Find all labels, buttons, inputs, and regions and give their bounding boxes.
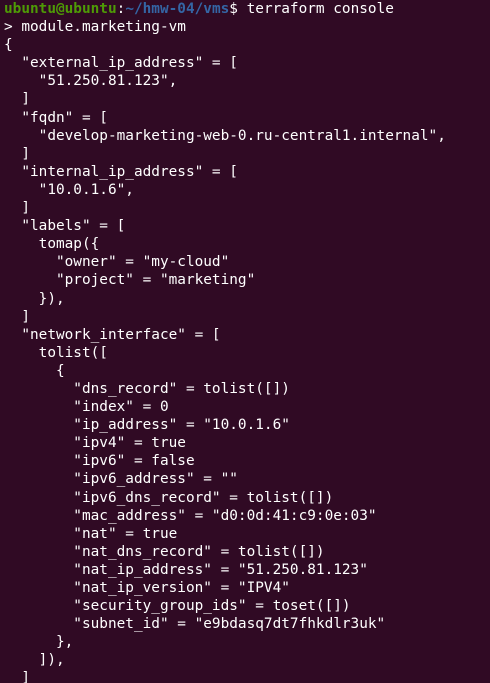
terminal-window[interactable]: ubuntu@ubuntu:~/hmw-04/vms$ terraform co… — [0, 0, 490, 683]
prompt-separator: : — [116, 1, 126, 17]
output-line: "internal_ip_address" = [ — [4, 163, 238, 180]
output-line: "ipv6" = false — [4, 453, 195, 470]
output-line: "security_group_ids" = toset([]) — [4, 598, 351, 615]
output-line: "ipv4" = true — [4, 435, 186, 452]
output-line: }), — [4, 290, 65, 307]
output-line: "owner" = "my-cloud" — [4, 254, 230, 271]
output-line: "nat" = true — [4, 525, 178, 542]
output-line: tolist([ — [4, 344, 108, 361]
prompt-user-host: ubuntu@ubuntu — [4, 1, 117, 17]
output-line: "nat_ip_address" = "51.250.81.123" — [4, 561, 368, 578]
output-line: "ipv6_address" = "" — [4, 471, 238, 488]
prompt-symbol: $ — [229, 1, 238, 17]
prompt-command: terraform console — [237, 1, 394, 17]
output-line: tomap({ — [4, 236, 100, 253]
output-line: "subnet_id" = "e9bdasq7dt7fhkdlr3uk" — [4, 616, 386, 633]
output-line: { — [4, 37, 13, 54]
output-line: ] — [4, 200, 30, 217]
output-line: "10.0.1.6", — [4, 181, 134, 198]
console-input-line: > module.marketing-vm — [4, 19, 186, 36]
shell-prompt-line: ubuntu@ubuntu:~/hmw-04/vms$ terraform co… — [4, 0, 490, 18]
output-line: ] — [4, 91, 30, 108]
output-line: { — [4, 362, 65, 379]
output-line: "ip_address" = "10.0.1.6" — [4, 417, 290, 434]
output-line: ] — [4, 308, 30, 325]
output-line: "51.250.81.123", — [4, 73, 178, 90]
output-line: "network_interface" = [ — [4, 326, 221, 343]
output-line: ] — [4, 145, 30, 162]
output-line: "labels" = [ — [4, 218, 126, 235]
output-line: ] — [4, 670, 30, 683]
output-line: "nat_ip_version" = "IPV4" — [4, 580, 290, 596]
output-line: "develop-marketing-web-0.ru-central1.int… — [4, 127, 446, 144]
output-line: "nat_dns_record" = tolist([]) — [4, 543, 325, 560]
output-line: "dns_record" = tolist([]) — [4, 380, 290, 397]
output-line: "ipv6_dns_record" = tolist([]) — [4, 489, 334, 506]
output-line: ]), — [4, 652, 65, 669]
output-line: "mac_address" = "d0:0d:41:c9:0e:03" — [4, 507, 377, 524]
prompt-path: ~/hmw-04/vms — [125, 1, 230, 17]
output-line: "index" = 0 — [4, 399, 169, 416]
output-line: "project" = "marketing" — [4, 272, 256, 289]
output-line: }, — [4, 634, 74, 651]
output-line: "fqdn" = [ — [4, 109, 108, 126]
output-line: "external_ip_address" = [ — [4, 55, 238, 72]
